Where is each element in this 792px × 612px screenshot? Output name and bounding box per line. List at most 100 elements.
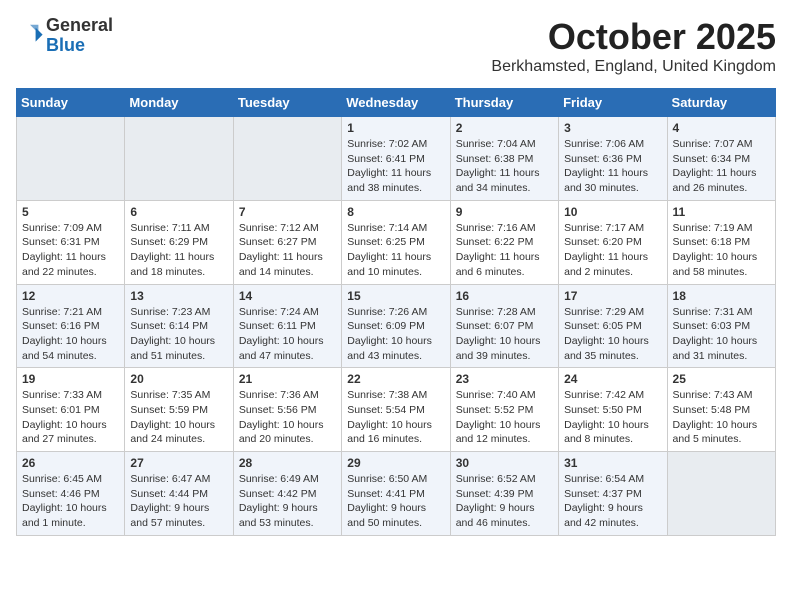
day-number: 3 (564, 121, 661, 135)
cell-content: Sunrise: 6:54 AM Sunset: 4:37 PM Dayligh… (564, 472, 661, 531)
calendar-cell (125, 117, 233, 201)
calendar-cell: 2 Sunrise: 7:04 AM Sunset: 6:38 PM Daylig… (450, 117, 558, 201)
day-number: 5 (22, 205, 119, 219)
cell-content: Sunrise: 7:35 AM Sunset: 5:59 PM Dayligh… (130, 388, 227, 447)
day-header-tuesday: Tuesday (233, 89, 341, 117)
day-number: 22 (347, 372, 444, 386)
day-number: 27 (130, 456, 227, 470)
logo-icon (16, 22, 44, 50)
calendar-cell: 9 Sunrise: 7:16 AM Sunset: 6:22 PM Daylig… (450, 200, 558, 284)
cell-content: Sunrise: 7:17 AM Sunset: 6:20 PM Dayligh… (564, 221, 661, 280)
calendar-cell (17, 117, 125, 201)
calendar-cell: 28Sunrise: 6:49 AM Sunset: 4:42 PM Dayli… (233, 452, 341, 536)
cell-content: Sunrise: 6:52 AM Sunset: 4:39 PM Dayligh… (456, 472, 553, 531)
calendar-week-row: 19 Sunrise: 7:33 AM Sunset: 6:01 PM Dayli… (17, 368, 776, 452)
calendar-week-row: 1 Sunrise: 7:02 AM Sunset: 6:41 PM Daylig… (17, 117, 776, 201)
day-number: 13 (130, 289, 227, 303)
day-number: 20 (130, 372, 227, 386)
cell-content: Sunrise: 7:09 AM Sunset: 6:31 PM Dayligh… (22, 221, 119, 280)
day-number: 18 (673, 289, 770, 303)
calendar-cell: 3 Sunrise: 7:06 AM Sunset: 6:36 PM Daylig… (559, 117, 667, 201)
cell-content: Sunrise: 7:04 AM Sunset: 6:38 PM Dayligh… (456, 137, 553, 196)
calendar-week-row: 26 Sunrise: 6:45 AM Sunset: 4:46 PM Dayli… (17, 452, 776, 536)
calendar-week-row: 5 Sunrise: 7:09 AM Sunset: 6:31 PM Daylig… (17, 200, 776, 284)
calendar-cell: 13 Sunrise: 7:23 AM Sunset: 6:14 PM Dayli… (125, 284, 233, 368)
day-number: 9 (456, 205, 553, 219)
day-header-sunday: Sunday (17, 89, 125, 117)
cell-content: Sunrise: 7:43 AM Sunset: 5:48 PM Dayligh… (673, 388, 770, 447)
calendar-cell: 12 Sunrise: 7:21 AM Sunset: 6:16 PM Dayli… (17, 284, 125, 368)
location-title: Berkhamsted, England, United Kingdom (491, 58, 776, 76)
calendar-cell: 17 Sunrise: 7:29 AM Sunset: 6:05 PM Dayli… (559, 284, 667, 368)
day-number: 2 (456, 121, 553, 135)
calendar-week-row: 12 Sunrise: 7:21 AM Sunset: 6:16 PM Dayli… (17, 284, 776, 368)
cell-content: Sunrise: 7:31 AM Sunset: 6:03 PM Dayligh… (673, 305, 770, 364)
day-number: 11 (673, 205, 770, 219)
calendar-cell: 16Sunrise: 7:28 AM Sunset: 6:07 PM Dayli… (450, 284, 558, 368)
day-header-monday: Monday (125, 89, 233, 117)
page-header: General Blue October 2025 Berkhamsted, E… (16, 16, 776, 76)
day-number: 7 (239, 205, 336, 219)
cell-content: Sunrise: 7:23 AM Sunset: 6:14 PM Dayligh… (130, 305, 227, 364)
calendar-cell: 10 Sunrise: 7:17 AM Sunset: 6:20 PM Dayli… (559, 200, 667, 284)
cell-content: Sunrise: 7:12 AM Sunset: 6:27 PM Dayligh… (239, 221, 336, 280)
day-number: 19 (22, 372, 119, 386)
calendar-cell: 19 Sunrise: 7:33 AM Sunset: 6:01 PM Dayli… (17, 368, 125, 452)
calendar-cell: 18 Sunrise: 7:31 AM Sunset: 6:03 PM Dayli… (667, 284, 775, 368)
cell-content: Sunrise: 7:19 AM Sunset: 6:18 PM Dayligh… (673, 221, 770, 280)
calendar-table: SundayMondayTuesdayWednesdayThursdayFrid… (16, 88, 776, 536)
day-number: 31 (564, 456, 661, 470)
day-header-saturday: Saturday (667, 89, 775, 117)
day-number: 10 (564, 205, 661, 219)
cell-content: Sunrise: 7:38 AM Sunset: 5:54 PM Dayligh… (347, 388, 444, 447)
cell-content: Sunrise: 7:06 AM Sunset: 6:36 PM Dayligh… (564, 137, 661, 196)
day-number: 29 (347, 456, 444, 470)
calendar-cell (233, 117, 341, 201)
day-number: 15 (347, 289, 444, 303)
calendar-cell: 6 Sunrise: 7:11 AM Sunset: 6:29 PM Daylig… (125, 200, 233, 284)
day-number: 21 (239, 372, 336, 386)
logo-blue-text: Blue (46, 35, 85, 55)
day-number: 24 (564, 372, 661, 386)
cell-content: Sunrise: 7:11 AM Sunset: 6:29 PM Dayligh… (130, 221, 227, 280)
cell-content: Sunrise: 7:42 AM Sunset: 5:50 PM Dayligh… (564, 388, 661, 447)
day-number: 1 (347, 121, 444, 135)
calendar-cell: 14 Sunrise: 7:24 AM Sunset: 6:11 PM Dayli… (233, 284, 341, 368)
day-number: 23 (456, 372, 553, 386)
calendar-cell: 22 Sunrise: 7:38 AM Sunset: 5:54 PM Dayli… (342, 368, 450, 452)
calendar-header-row: SundayMondayTuesdayWednesdayThursdayFrid… (17, 89, 776, 117)
day-number: 26 (22, 456, 119, 470)
day-number: 8 (347, 205, 444, 219)
day-number: 4 (673, 121, 770, 135)
logo: General Blue (16, 16, 113, 56)
calendar-cell (667, 452, 775, 536)
day-number: 14 (239, 289, 336, 303)
day-header-wednesday: Wednesday (342, 89, 450, 117)
calendar-cell: 30Sunrise: 6:52 AM Sunset: 4:39 PM Dayli… (450, 452, 558, 536)
cell-content: Sunrise: 7:29 AM Sunset: 6:05 PM Dayligh… (564, 305, 661, 364)
calendar-cell: 20 Sunrise: 7:35 AM Sunset: 5:59 PM Dayli… (125, 368, 233, 452)
cell-content: Sunrise: 6:45 AM Sunset: 4:46 PM Dayligh… (22, 472, 119, 531)
cell-content: Sunrise: 7:33 AM Sunset: 6:01 PM Dayligh… (22, 388, 119, 447)
day-number: 28 (239, 456, 336, 470)
cell-content: Sunrise: 7:40 AM Sunset: 5:52 PM Dayligh… (456, 388, 553, 447)
calendar-cell: 7 Sunrise: 7:12 AM Sunset: 6:27 PM Daylig… (233, 200, 341, 284)
month-title: October 2025 (491, 16, 776, 58)
calendar-cell: 8 Sunrise: 7:14 AM Sunset: 6:25 PM Daylig… (342, 200, 450, 284)
day-number: 6 (130, 205, 227, 219)
cell-content: Sunrise: 7:36 AM Sunset: 5:56 PM Dayligh… (239, 388, 336, 447)
calendar-cell: 1 Sunrise: 7:02 AM Sunset: 6:41 PM Daylig… (342, 117, 450, 201)
cell-content: Sunrise: 7:02 AM Sunset: 6:41 PM Dayligh… (347, 137, 444, 196)
cell-content: Sunrise: 7:16 AM Sunset: 6:22 PM Dayligh… (456, 221, 553, 280)
day-number: 12 (22, 289, 119, 303)
day-number: 25 (673, 372, 770, 386)
cell-content: Sunrise: 7:21 AM Sunset: 6:16 PM Dayligh… (22, 305, 119, 364)
cell-content: Sunrise: 7:24 AM Sunset: 6:11 PM Dayligh… (239, 305, 336, 364)
cell-content: Sunrise: 7:14 AM Sunset: 6:25 PM Dayligh… (347, 221, 444, 280)
calendar-cell: 25 Sunrise: 7:43 AM Sunset: 5:48 PM Dayli… (667, 368, 775, 452)
calendar-cell: 15Sunrise: 7:26 AM Sunset: 6:09 PM Dayli… (342, 284, 450, 368)
cell-content: Sunrise: 6:47 AM Sunset: 4:44 PM Dayligh… (130, 472, 227, 531)
calendar-cell: 21 Sunrise: 7:36 AM Sunset: 5:56 PM Dayli… (233, 368, 341, 452)
calendar-cell: 31 Sunrise: 6:54 AM Sunset: 4:37 PM Dayli… (559, 452, 667, 536)
day-number: 17 (564, 289, 661, 303)
